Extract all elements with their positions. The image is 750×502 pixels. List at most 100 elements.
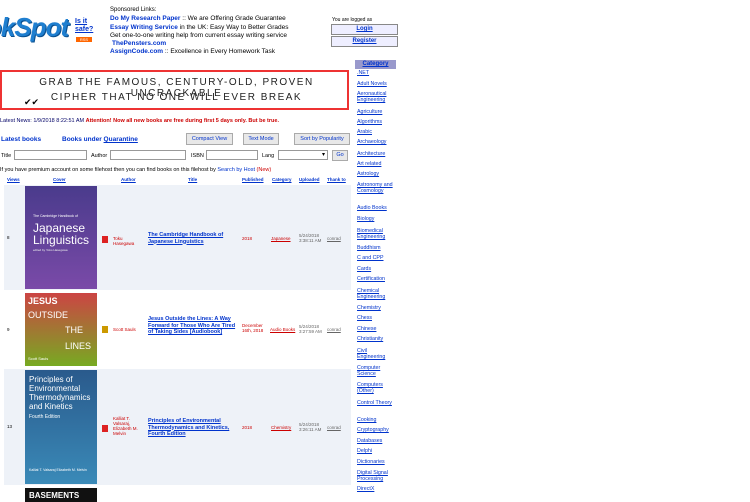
isbn-label: ISBN	[191, 153, 204, 159]
row-thank[interactable]: conrad	[327, 425, 341, 430]
isbn-input[interactable]	[206, 150, 258, 160]
text-mode-button[interactable]: Text Mode	[243, 133, 279, 145]
sidebar-item-category[interactable]: Christianity	[357, 336, 396, 343]
quarantine-link[interactable]: Quarantine	[104, 136, 138, 143]
th-published[interactable]: Published	[242, 177, 264, 182]
sidebar-item-category[interactable]: Astronomy and Cosmology	[357, 182, 396, 195]
row-uploaded: 5/24/2018 3:26:11 AM	[299, 422, 322, 432]
sidebar-item-category[interactable]: Digital Signal Processing	[357, 470, 396, 483]
site-logo[interactable]: okSpot	[0, 12, 69, 43]
lang-label: Lang	[262, 153, 275, 159]
row-title[interactable]: Jesus Outside the Lines: A Way Forward f…	[148, 316, 238, 336]
row-published: December 16th, 2018	[242, 323, 264, 333]
sidebar-item-category[interactable]: Buddhism	[357, 245, 396, 252]
login-button[interactable]: Login	[331, 24, 398, 35]
pdf-icon	[102, 236, 108, 243]
sidebar-item-category[interactable]: Delphi	[357, 448, 396, 455]
latest-books-link[interactable]: Latest books	[1, 136, 41, 143]
row-category[interactable]: Japanese	[271, 236, 291, 241]
row-views: 9	[7, 327, 10, 332]
sidebar-item-category[interactable]: Cooking	[357, 417, 396, 424]
sidebar-item-category[interactable]: Chemistry	[357, 305, 396, 312]
cover-line-2: OUTSIDE	[28, 310, 69, 320]
sidebar-item-category[interactable]: Cryptography	[357, 427, 396, 434]
title-input[interactable]	[14, 150, 87, 160]
news-message: Attention! Now all new books are free du…	[85, 118, 279, 124]
sponsored-desc-1: :: We are Offering Grade Guarantee	[180, 15, 286, 22]
sidebar-item-category[interactable]: Biology	[357, 216, 396, 223]
row-category[interactable]: Chemistry	[271, 425, 291, 430]
sidebar-item-category[interactable]: Art related	[357, 161, 396, 168]
sponsored-link-2[interactable]: Essay Writing Service	[110, 24, 178, 31]
rss-icon[interactable]: RSS	[76, 37, 92, 42]
th-thank[interactable]: Thank to	[327, 177, 346, 182]
chevron-down-icon: ▾	[321, 152, 325, 158]
row-thank[interactable]: conrad	[327, 327, 341, 332]
audio-icon	[102, 326, 108, 333]
sponsored-line-1: Do My Research Paper :: We are Offering …	[110, 15, 286, 22]
sidebar-item-category[interactable]: Chinese	[357, 326, 396, 333]
sidebar-item-category[interactable]: Agriculture	[357, 109, 396, 116]
cover-title: Japanese Linguistics	[33, 221, 90, 247]
th-category[interactable]: Category	[272, 177, 292, 182]
new-badge: (New)	[256, 167, 272, 173]
th-title[interactable]: Title	[188, 177, 197, 182]
sidebar-item-category[interactable]: Civil Engineering	[357, 348, 396, 361]
sidebar-item-category[interactable]: Arabic	[357, 129, 396, 136]
sidebar-item-category[interactable]: Chess	[357, 315, 396, 322]
sidebar-item-category[interactable]: Architecture	[357, 151, 396, 158]
row-title[interactable]: Principles of Environmental Thermodynami…	[148, 418, 238, 438]
sidebar-item-category[interactable]: Chemical Engineering	[357, 288, 396, 301]
sponsored-line-2: Essay Writing Service in the UK: Easy Wa…	[110, 24, 288, 31]
sidebar-item-category[interactable]: Control Theory	[357, 400, 396, 407]
cover-subtitle: The Cambridge Handbook of	[33, 214, 78, 218]
sidebar-item-category[interactable]: Astrology	[357, 171, 396, 178]
sidebar-item-category[interactable]: .NET	[357, 70, 396, 77]
sidebar-item-category[interactable]: Adult Novels	[357, 81, 396, 88]
row-title[interactable]: The Cambridge Handbook of Japanese Lingu…	[148, 232, 238, 245]
th-uploaded[interactable]: Uploaded	[299, 177, 320, 182]
category-header[interactable]: Category	[355, 60, 396, 69]
th-cover[interactable]: Cover	[53, 177, 66, 182]
sidebar-item-category[interactable]: Dictionaries	[357, 459, 396, 466]
sidebar-item-category[interactable]: Certification	[357, 276, 396, 283]
sidebar-item-category[interactable]: DirectX	[357, 486, 396, 493]
book-cover[interactable]: The Cambridge Handbook of Japanese Lingu…	[25, 186, 97, 289]
row-author[interactable]: Kalliat T. Valsaraj, Elizabeth M. Melvin	[113, 416, 145, 436]
author-input[interactable]	[110, 150, 186, 160]
book-cover[interactable]: JESUS OUTSIDE THE LINES Scott Sauls	[25, 293, 97, 366]
sidebar-item-category[interactable]: Aeronautical Engineering	[357, 91, 396, 104]
sort-popularity-button[interactable]: Sort by Popularity	[294, 133, 350, 145]
row-author[interactable]: Scott Sauls	[113, 327, 145, 332]
sidebar-item-category[interactable]: Computer Science	[357, 365, 396, 378]
sidebar-item-category[interactable]: Algorithms	[357, 119, 396, 126]
sponsored-desc-2: in the UK: Easy Way to Better Grades	[177, 24, 289, 31]
sidebar-item-category[interactable]: Audio Books	[357, 205, 396, 212]
row-thank[interactable]: conrad	[327, 236, 341, 241]
lang-select[interactable]: ▾	[278, 150, 328, 160]
sidebar-item-category[interactable]: Databases	[357, 438, 396, 445]
sponsored-link-5[interactable]: AssignCode.com	[110, 48, 163, 55]
sidebar-item-category[interactable]: Biomedical Engineering	[357, 228, 396, 241]
sidebar-item-category[interactable]: Cards	[357, 266, 396, 273]
sidebar-item-category[interactable]: C and CPP	[357, 255, 396, 262]
book-cover[interactable]: Principles of Environmental Thermodynami…	[25, 370, 97, 484]
th-author[interactable]: Author	[121, 177, 136, 182]
search-by-host-link[interactable]: Search by Host	[217, 167, 255, 173]
sponsored-link-1[interactable]: Do My Research Paper	[110, 15, 180, 22]
register-button[interactable]: Register	[331, 36, 398, 47]
compact-view-button[interactable]: Compact View	[186, 133, 233, 145]
go-button[interactable]: Go	[332, 150, 348, 161]
sponsored-link-4[interactable]: ThePensters.com	[112, 40, 166, 47]
is-it-safe-link[interactable]: Is it safe?	[75, 18, 97, 34]
row-author[interactable]: Toku Hasegawa	[113, 236, 145, 246]
author-label: Author	[91, 153, 108, 159]
sidebar-item-category[interactable]: Archaeology	[357, 139, 396, 146]
cover-author: Scott Sauls	[28, 356, 49, 361]
title-label: Title	[1, 153, 12, 159]
th-views[interactable]: Views	[7, 177, 20, 182]
row-views: 13	[7, 424, 13, 429]
row-category[interactable]: Audio Books	[270, 327, 295, 332]
sidebar-item-category[interactable]: Computers (Other)	[357, 382, 396, 395]
ad-banner[interactable]: GRAB THE FAMOUS, CENTURY-OLD, PROVEN UNC…	[0, 70, 349, 110]
